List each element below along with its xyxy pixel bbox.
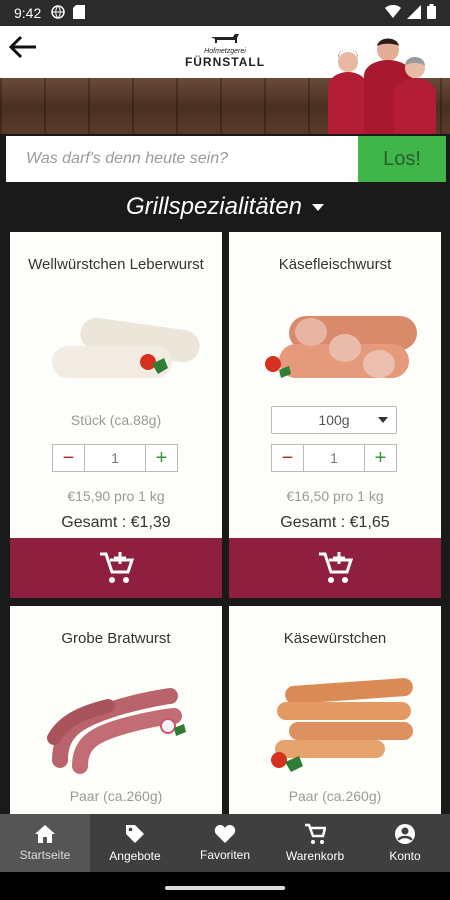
product-unit: Stück (ca.88g) bbox=[70, 412, 162, 428]
account-icon bbox=[395, 824, 415, 844]
decrease-button[interactable]: − bbox=[53, 445, 85, 471]
team-photo bbox=[320, 32, 442, 134]
quantity-stepper: − 1 + bbox=[271, 444, 397, 472]
tag-icon bbox=[126, 825, 144, 843]
product-image bbox=[30, 304, 202, 404]
add-to-cart-button[interactable] bbox=[229, 538, 441, 598]
product-name: Käsewürstchen bbox=[283, 630, 387, 647]
product-name: Grobe Bratwurst bbox=[61, 630, 171, 647]
nav-item-favoriten[interactable]: Favoriten bbox=[180, 814, 270, 872]
quantity-value[interactable]: 1 bbox=[85, 445, 145, 471]
quantity-stepper: − 1 + bbox=[52, 444, 178, 472]
signal-icon bbox=[407, 4, 421, 22]
bottom-navigation: Startseite Angebote Favoriten Warenkorb … bbox=[0, 814, 450, 872]
add-to-cart-button[interactable] bbox=[10, 538, 222, 598]
product-unit: Paar (ca.260g) bbox=[69, 788, 163, 804]
cart-plus-icon bbox=[100, 552, 134, 583]
weight-select[interactable]: 100g bbox=[271, 406, 397, 434]
nav-item-startseite[interactable]: Startseite bbox=[0, 814, 90, 872]
product-price: €16,50 pro 1 kg bbox=[286, 488, 384, 504]
product-price: €15,90 pro 1 kg bbox=[67, 488, 165, 504]
home-icon bbox=[35, 825, 55, 843]
increase-button[interactable]: + bbox=[364, 445, 396, 471]
status-bar: 9:42 bbox=[0, 0, 450, 26]
arrow-left-icon bbox=[9, 35, 36, 59]
sd-card-icon bbox=[73, 4, 86, 22]
cart-plus-icon bbox=[319, 552, 353, 583]
product-total: Gesamt : €1,65 bbox=[280, 514, 390, 531]
nav-label: Konto bbox=[389, 849, 421, 863]
nav-item-konto[interactable]: Konto bbox=[360, 814, 450, 872]
brand-logo[interactable]: Hofmetzgerei FÜRNSTALL bbox=[180, 30, 270, 74]
weight-select-value: 100g bbox=[318, 412, 350, 428]
search-button[interactable]: Los! bbox=[358, 136, 446, 182]
increase-button[interactable]: + bbox=[145, 445, 177, 471]
logo-subtitle: Hofmetzgerei bbox=[204, 48, 246, 55]
product-unit: Paar (ca.260g) bbox=[288, 788, 382, 804]
globe-icon bbox=[51, 4, 65, 22]
quantity-value[interactable]: 1 bbox=[304, 445, 364, 471]
back-button[interactable] bbox=[6, 30, 40, 64]
category-label: Grillspezialitäten bbox=[125, 193, 303, 220]
heart-icon bbox=[214, 825, 236, 843]
decrease-button[interactable]: − bbox=[272, 445, 304, 471]
wifi-icon bbox=[385, 4, 401, 22]
product-image bbox=[30, 670, 202, 774]
logo-name: FÜRNSTALL bbox=[184, 55, 266, 69]
product-card[interactable]: Käsefleischwurst 100g − 1 + €16,50 pro 1… bbox=[229, 232, 441, 598]
chevron-down-icon bbox=[378, 417, 388, 423]
category-dropdown[interactable]: Grillspezialitäten bbox=[0, 188, 450, 226]
nav-label: Startseite bbox=[19, 848, 71, 862]
product-name: Käsefleischwurst bbox=[278, 256, 392, 273]
caret-down-icon bbox=[312, 203, 325, 211]
product-card[interactable]: Käsewürstchen Paar (ca.260g) bbox=[229, 606, 441, 814]
search-input[interactable] bbox=[6, 136, 358, 182]
product-card[interactable]: Wellwürstchen Leberwurst Stück (ca.88g) … bbox=[10, 232, 222, 598]
nav-label: Angebote bbox=[109, 849, 161, 863]
product-image bbox=[249, 304, 421, 404]
battery-icon bbox=[427, 4, 436, 22]
product-total: Gesamt : €1,39 bbox=[61, 514, 171, 531]
nav-label: Warenkorb bbox=[285, 849, 345, 863]
status-time: 9:42 bbox=[14, 5, 42, 21]
cow-icon bbox=[211, 34, 239, 43]
nav-item-warenkorb[interactable]: Warenkorb bbox=[270, 814, 360, 872]
nav-label: Favoriten bbox=[199, 848, 251, 862]
nav-item-angebote[interactable]: Angebote bbox=[90, 814, 180, 872]
product-name: Wellwürstchen Leberwurst bbox=[28, 256, 204, 273]
cart-icon bbox=[305, 823, 326, 844]
product-image bbox=[249, 676, 421, 776]
product-card[interactable]: Grobe Bratwurst Paar (ca.260g) bbox=[10, 606, 222, 814]
home-gesture-handle[interactable] bbox=[165, 886, 285, 890]
